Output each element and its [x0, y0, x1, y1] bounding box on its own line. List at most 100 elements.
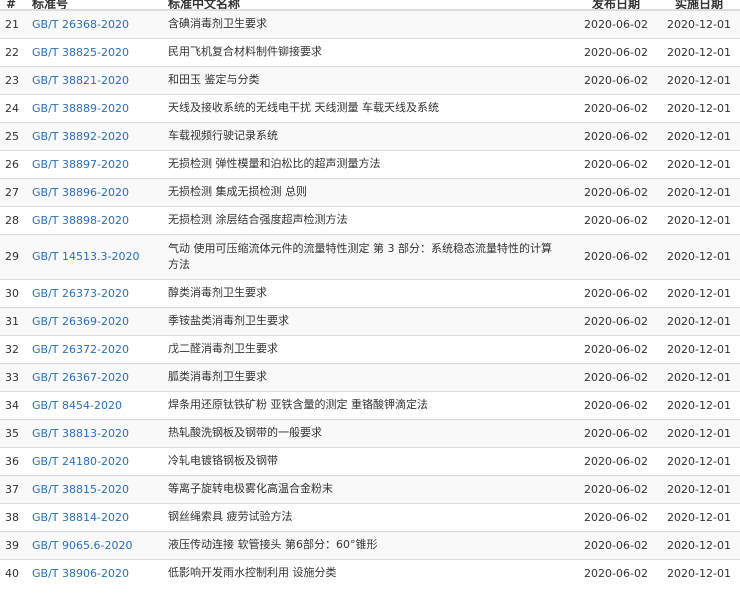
standard-code-link[interactable]: GB/T 26369-2020: [32, 315, 129, 328]
standard-code-cell: GB/T 38813-2020: [26, 418, 162, 447]
effective-date: 2020-12-01: [658, 306, 740, 335]
standard-code-link[interactable]: GB/T 26372-2020: [32, 343, 129, 356]
row-number: 31: [0, 306, 26, 335]
standard-title: 季铵盐类消毒剂卫生要求: [162, 306, 574, 335]
row-number: 25: [0, 121, 26, 150]
table-row: 26 GB/T 38897-2020 无损检测 弹性模量和泊松比的超声测量方法 202…: [0, 149, 740, 178]
standard-code-link[interactable]: GB/T 38813-2020: [32, 427, 129, 440]
standard-code-link[interactable]: GB/T 38889-2020: [32, 102, 129, 115]
standard-code-cell: GB/T 26373-2020: [26, 278, 162, 307]
standard-code-link[interactable]: GB/T 26368-2020: [32, 18, 129, 31]
table-row: 40 GB/T 38906-2020 低影响开发雨水控制利用 设施分类 2020-06…: [0, 558, 740, 587]
header-code[interactable]: 标准号: [26, 0, 162, 11]
standard-code-link[interactable]: GB/T 26367-2020: [32, 371, 129, 384]
standard-code-cell: GB/T 38892-2020: [26, 121, 162, 150]
standard-code-link[interactable]: GB/T 38898-2020: [32, 214, 129, 227]
effective-date: 2020-12-01: [658, 121, 740, 150]
standard-title: 无损检测 集成无损检测 总则: [162, 177, 574, 206]
standard-title: 民用飞机复合材料制件铆接要求: [162, 37, 574, 66]
table-row: 24 GB/T 38889-2020 天线及接收系统的无线电干扰 天线测量 车载天线…: [0, 93, 740, 122]
publish-date: 2020-06-02: [574, 446, 658, 475]
standard-code-link[interactable]: GB/T 38906-2020: [32, 567, 129, 580]
standard-code-link[interactable]: GB/T 24180-2020: [32, 455, 129, 468]
standard-code-cell: GB/T 38906-2020: [26, 558, 162, 587]
standard-title-line: 方法: [168, 257, 190, 271]
effective-date: 2020-12-01: [658, 446, 740, 475]
publish-date: 2020-06-02: [574, 306, 658, 335]
standard-title: 车载视频行驶记录系统: [162, 121, 574, 150]
effective-date: 2020-12-01: [658, 390, 740, 419]
row-number: 30: [0, 278, 26, 307]
table-body: 21 GB/T 26368-2020 含碘消毒剂卫生要求 2020-06-02 2020…: [0, 9, 740, 587]
standard-code-link[interactable]: GB/T 14513.3-2020: [32, 250, 139, 263]
standard-code-cell: GB/T 38898-2020: [26, 205, 162, 234]
header-publish-date[interactable]: 发布日期: [574, 0, 658, 11]
header-effective-date[interactable]: 实施日期: [658, 0, 740, 11]
effective-date: 2020-12-01: [658, 474, 740, 503]
standard-code-link[interactable]: GB/T 38821-2020: [32, 74, 129, 87]
standard-code-link[interactable]: GB/T 38815-2020: [32, 483, 129, 496]
standard-code-link[interactable]: GB/T 38814-2020: [32, 511, 129, 524]
standard-code-link[interactable]: GB/T 38896-2020: [32, 186, 129, 199]
table-row: 29 GB/T 14513.3-2020 气动 使用可压缩流体元件的流量特性测定 第…: [0, 233, 740, 279]
standard-code-link[interactable]: GB/T 38825-2020: [32, 46, 129, 59]
standard-code-cell: GB/T 26372-2020: [26, 334, 162, 363]
standard-code-link[interactable]: GB/T 26373-2020: [32, 287, 129, 300]
table-row: 34 GB/T 8454-2020 焊条用还原钛铁矿粉 亚铁含量的测定 重铬酸钾滴定…: [0, 390, 740, 419]
header-num: #: [0, 0, 26, 11]
publish-date: 2020-06-02: [574, 37, 658, 66]
header-title[interactable]: 标准中文名称: [162, 0, 574, 11]
effective-date: 2020-12-01: [658, 418, 740, 447]
table-row: 30 GB/T 26373-2020 醇类消毒剂卫生要求 2020-06-02 2020…: [0, 278, 740, 307]
standard-code-cell: GB/T 38889-2020: [26, 93, 162, 122]
effective-date: 2020-12-01: [658, 233, 740, 279]
publish-date: 2020-06-02: [574, 390, 658, 419]
standard-code-cell: GB/T 38815-2020: [26, 474, 162, 503]
row-number: 22: [0, 37, 26, 66]
row-number: 27: [0, 177, 26, 206]
publish-date: 2020-06-02: [574, 362, 658, 391]
standard-code-cell: GB/T 26368-2020: [26, 9, 162, 38]
standard-code-cell: GB/T 38814-2020: [26, 502, 162, 531]
publish-date: 2020-06-02: [574, 334, 658, 363]
effective-date: 2020-12-01: [658, 558, 740, 587]
table-row: 23 GB/T 38821-2020 和田玉 鉴定与分类 2020-06-02 2020…: [0, 65, 740, 94]
standard-code-link[interactable]: GB/T 8454-2020: [32, 399, 122, 412]
standard-code-cell: GB/T 8454-2020: [26, 390, 162, 419]
table-row: 33 GB/T 26367-2020 胍类消毒剂卫生要求 2020-06-02 2020…: [0, 362, 740, 391]
standard-code-link[interactable]: GB/T 9065.6-2020: [32, 539, 132, 552]
row-number: 38: [0, 502, 26, 531]
row-number: 23: [0, 65, 26, 94]
standard-title: 天线及接收系统的无线电干扰 天线测量 车载天线及系统: [162, 93, 574, 122]
row-number: 39: [0, 530, 26, 559]
table-header-row: # 标准号 标准中文名称 发布日期 实施日期: [0, 0, 740, 11]
table-row: 32 GB/T 26372-2020 戊二醛消毒剂卫生要求 2020-06-02 202…: [0, 334, 740, 363]
standard-code-link[interactable]: GB/T 38897-2020: [32, 158, 129, 171]
standard-code-cell: GB/T 26369-2020: [26, 306, 162, 335]
row-number: 36: [0, 446, 26, 475]
standard-title: 和田玉 鉴定与分类: [162, 65, 574, 94]
standard-code-cell: GB/T 14513.3-2020: [26, 233, 162, 279]
standards-table: # 标准号 标准中文名称 发布日期 实施日期 21 GB/T 26368-2020…: [0, 0, 740, 587]
publish-date: 2020-06-02: [574, 530, 658, 559]
standard-code-link[interactable]: GB/T 38892-2020: [32, 130, 129, 143]
standard-title-line: 气动 使用可压缩流体元件的流量特性测定 第 3 部分：系统稳态流量特性的计算: [168, 241, 552, 255]
effective-date: 2020-12-01: [658, 362, 740, 391]
table-row: 35 GB/T 38813-2020 热轧酸洗钢板及钢带的一般要求 2020-06-0…: [0, 418, 740, 447]
standard-code-cell: GB/T 38897-2020: [26, 149, 162, 178]
table-row: 39 GB/T 9065.6-2020 液压传动连接 软管接头 第6部分：60°锥形…: [0, 530, 740, 559]
row-number: 28: [0, 205, 26, 234]
table-row: 25 GB/T 38892-2020 车载视频行驶记录系统 2020-06-02 202…: [0, 121, 740, 150]
standard-title: 液压传动连接 软管接头 第6部分：60°锥形: [162, 530, 574, 559]
row-number: 35: [0, 418, 26, 447]
standard-title: 戊二醛消毒剂卫生要求: [162, 334, 574, 363]
standard-code-cell: GB/T 38821-2020: [26, 65, 162, 94]
row-number: 34: [0, 390, 26, 419]
table-row: 37 GB/T 38815-2020 等离子旋转电极雾化高温合金粉末 2020-06-…: [0, 474, 740, 503]
publish-date: 2020-06-02: [574, 233, 658, 279]
effective-date: 2020-12-01: [658, 334, 740, 363]
effective-date: 2020-12-01: [658, 278, 740, 307]
publish-date: 2020-06-02: [574, 177, 658, 206]
row-number: 37: [0, 474, 26, 503]
row-number: 32: [0, 334, 26, 363]
